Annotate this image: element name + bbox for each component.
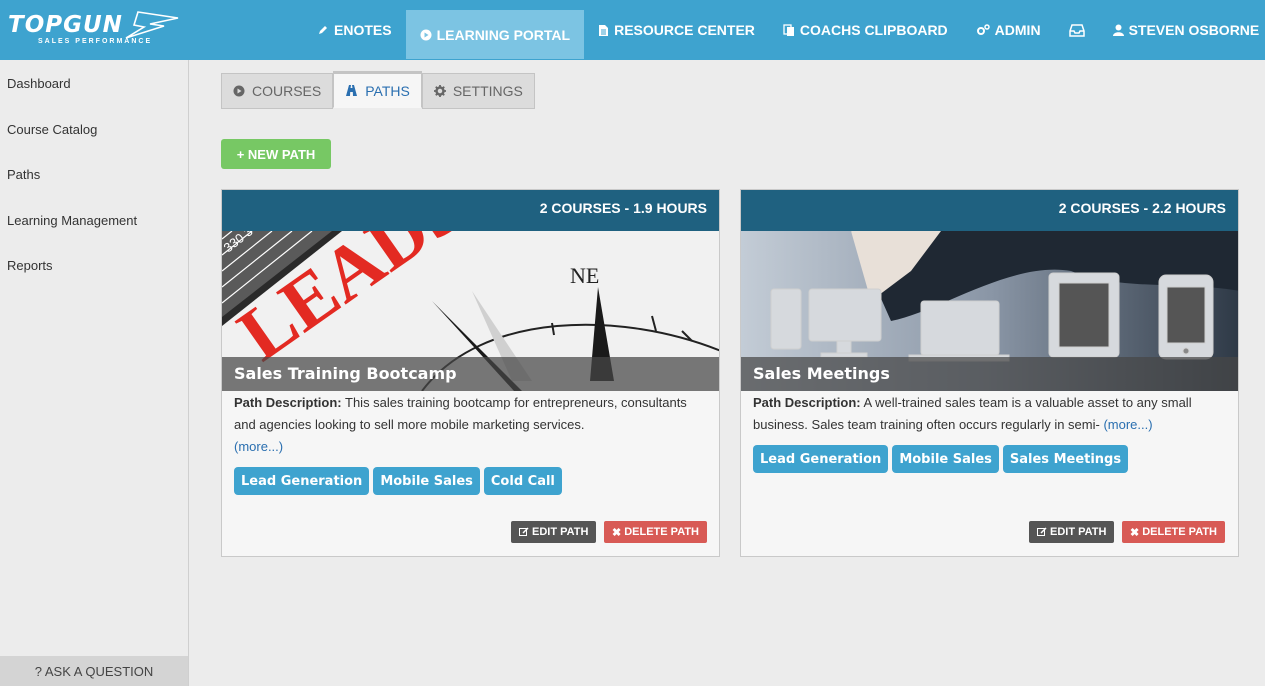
tag-mobile-sales[interactable]: Mobile Sales (892, 445, 999, 473)
sidebar-item-paths[interactable]: Paths (7, 167, 40, 182)
path-card-tags: Lead Generation Mobile Sales Sales Meeti… (753, 445, 1129, 473)
nav-coachs-clipboard[interactable]: COACHS CLIPBOARD (769, 0, 962, 60)
path-description-label: Path Description: (234, 395, 342, 410)
play-circle-icon (233, 85, 245, 97)
content-tabs: COURSES PATHS SETTINGS (221, 71, 535, 109)
tab-settings[interactable]: SETTINGS (421, 73, 535, 109)
nav-enotes-label: ENOTES (334, 22, 392, 38)
nav-resource-center-label: RESOURCE CENTER (614, 22, 755, 38)
path-card-description: Path Description: This sales training bo… (234, 392, 710, 458)
tab-courses-label: COURSES (252, 83, 322, 99)
compass-ne-text: NE (570, 263, 599, 288)
document-icon (599, 24, 609, 36)
nav-enotes[interactable]: ENOTES (303, 0, 406, 60)
sidebar: Dashboard Course Catalog Paths Learning … (0, 60, 189, 686)
sidebar-item-learning-management[interactable]: Learning Management (7, 213, 137, 228)
nav-inbox[interactable] (1055, 0, 1099, 60)
path-card: 2 COURSES - 1.9 HOURS 330 340 350 LEADS … (221, 189, 720, 557)
play-circle-icon (420, 29, 432, 40)
logo-wordmark: TOPGUN (8, 12, 123, 38)
user-menu[interactable]: STEVEN OSBORNE (1099, 0, 1265, 60)
sidebar-item-dashboard[interactable]: Dashboard (7, 76, 71, 91)
nav-admin[interactable]: ADMIN (962, 0, 1055, 60)
lightning-bolt-icon (125, 11, 179, 39)
tag-mobile-sales[interactable]: Mobile Sales (373, 467, 480, 495)
user-icon (1112, 24, 1124, 36)
inbox-icon (1068, 23, 1085, 37)
top-nav-bar: TOPGUN SALES PERFORMANCE ENOTES LEARNING… (0, 0, 1265, 60)
topgun-logo[interactable]: TOPGUN SALES PERFORMANCE (8, 10, 179, 50)
nav-resource-center[interactable]: RESOURCE CENTER (584, 0, 769, 60)
tab-settings-label: SETTINGS (452, 83, 523, 99)
tab-paths[interactable]: PATHS (333, 71, 422, 108)
path-card: 2 COURSES - 2.2 HOURS Sales Meetings Pat… (740, 189, 1239, 557)
close-icon: ✖ (612, 526, 622, 539)
more-link[interactable]: (more...) (1103, 417, 1152, 432)
nav-learning-portal[interactable]: LEARNING PORTAL (405, 10, 585, 59)
tab-paths-label: PATHS (365, 82, 410, 99)
road-icon (346, 85, 358, 96)
delete-path-label: DELETE PATH (624, 526, 699, 538)
main-nav: ENOTES LEARNING PORTAL RESOURCE CENTER C… (303, 0, 1265, 60)
path-card-title[interactable]: Sales Training Bootcamp (234, 364, 457, 383)
sidebar-item-course-catalog[interactable]: Course Catalog (7, 122, 97, 137)
delete-path-button[interactable]: ✖ DELETE PATH (1122, 521, 1225, 543)
nav-admin-label: ADMIN (994, 22, 1041, 38)
more-link[interactable]: (more...) (234, 439, 283, 454)
user-name: STEVEN OSBORNE (1128, 22, 1260, 38)
ask-question-button[interactable]: ? ASK A QUESTION (0, 656, 188, 686)
edit-path-button[interactable]: EDIT PATH (511, 521, 597, 543)
edit-path-label: EDIT PATH (1050, 526, 1107, 538)
pencil-icon (319, 26, 327, 34)
path-card-title[interactable]: Sales Meetings (753, 364, 890, 383)
path-description-label: Path Description: (753, 395, 861, 410)
path-card-description: Path Description: A well-trained sales t… (753, 392, 1229, 436)
delete-path-label: DELETE PATH (1142, 526, 1217, 538)
copy-icon (783, 23, 794, 36)
new-path-button[interactable]: + NEW PATH (221, 139, 331, 169)
nav-coachs-clipboard-label: COACHS CLIPBOARD (799, 22, 948, 38)
tag-lead-generation[interactable]: Lead Generation (753, 445, 889, 473)
path-card-meta: 2 COURSES - 2.2 HOURS (741, 190, 1238, 231)
close-icon: ✖ (1130, 526, 1140, 539)
tag-cold-call[interactable]: Cold Call (483, 467, 562, 495)
edit-icon (1037, 527, 1047, 536)
tag-sales-meetings[interactable]: Sales Meetings (1002, 445, 1129, 473)
nav-learning-portal-label: LEARNING PORTAL (436, 26, 571, 43)
edit-icon (519, 527, 529, 536)
sidebar-item-reports[interactable]: Reports (7, 258, 53, 273)
path-card-meta: 2 COURSES - 1.9 HOURS (222, 190, 719, 231)
tab-courses[interactable]: COURSES (221, 73, 334, 109)
gears-icon (976, 24, 990, 35)
path-card-tags: Lead Generation Mobile Sales Cold Call (234, 467, 562, 495)
gear-icon (433, 85, 446, 97)
tag-lead-generation[interactable]: Lead Generation (234, 467, 370, 495)
delete-path-button[interactable]: ✖ DELETE PATH (604, 521, 707, 543)
edit-path-button[interactable]: EDIT PATH (1029, 521, 1115, 543)
edit-path-label: EDIT PATH (532, 526, 589, 538)
